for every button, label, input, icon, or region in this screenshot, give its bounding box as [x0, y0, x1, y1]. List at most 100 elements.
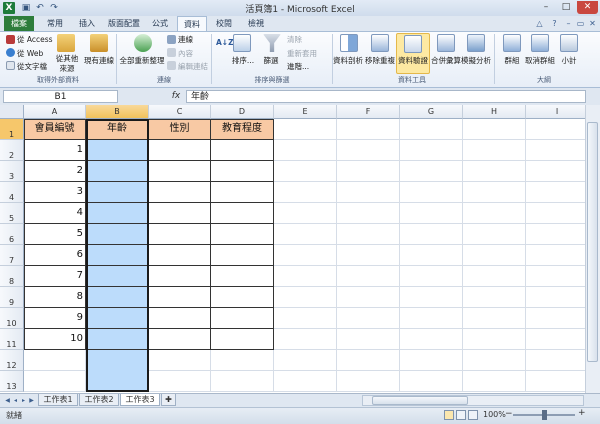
member-id-cell[interactable]: 3: [24, 182, 85, 202]
sheet-tab-1[interactable]: 工作表1: [38, 394, 78, 406]
text-to-columns-button[interactable]: 資料剖析: [332, 55, 364, 66]
insert-sheet-icon[interactable]: ✚: [161, 394, 176, 406]
subtotal-button[interactable]: 小計: [556, 55, 582, 66]
sort-button[interactable]: 排序...: [228, 55, 258, 66]
member-id-cell[interactable]: 2: [24, 161, 85, 181]
member-id-cell[interactable]: 1: [24, 140, 85, 160]
edit-links-button[interactable]: 編輯連結: [178, 61, 208, 72]
from-text-button[interactable]: 從文字檔: [17, 61, 47, 72]
sheet-tab-3[interactable]: 工作表3: [120, 394, 160, 406]
row-header-3[interactable]: 3: [0, 161, 24, 182]
table-header-cell[interactable]: 性別: [149, 119, 210, 139]
spreadsheet-grid[interactable]: ABCDEFGHI 1 2 3 4 5 6 7 8 9 10 11 12 13 會員編號 年齡 性別 教育程度…: [0, 105, 585, 393]
help-icon[interactable]: ?: [549, 18, 560, 29]
row-header-5[interactable]: 5: [0, 203, 24, 224]
member-id-cell[interactable]: 7: [24, 266, 85, 286]
minimize-icon[interactable]: –: [536, 1, 556, 14]
group-label-sort-filter: 排序與篩選: [254, 76, 290, 84]
page-break-view-icon[interactable]: [468, 410, 478, 420]
tab-file[interactable]: 檔案: [4, 16, 34, 31]
member-id-cell[interactable]: 10: [24, 329, 85, 349]
name-box[interactable]: B1: [3, 90, 118, 103]
row-header-10[interactable]: 10: [0, 308, 24, 329]
row-header-6[interactable]: 6: [0, 224, 24, 245]
select-all-corner[interactable]: [0, 105, 24, 119]
zoom-slider-knob[interactable]: [542, 410, 547, 420]
vertical-scroll-thumb[interactable]: [587, 122, 598, 362]
table-border-horizontal: [24, 139, 274, 140]
row-header-12[interactable]: 12: [0, 350, 24, 371]
fx-icon[interactable]: fx: [168, 90, 184, 103]
table-header-cell[interactable]: 教育程度: [211, 119, 273, 139]
connections-button[interactable]: 連線: [178, 34, 193, 45]
zoom-level[interactable]: 100%: [483, 410, 506, 419]
table-border-horizontal: [24, 265, 274, 266]
prev-sheet-icon[interactable]: ◂: [12, 396, 19, 405]
clear-button[interactable]: 清除: [287, 34, 302, 45]
column-header-h[interactable]: H: [463, 105, 526, 119]
row-header-9[interactable]: 9: [0, 287, 24, 308]
row-header-7[interactable]: 7: [0, 245, 24, 266]
zoom-out-icon[interactable]: −: [505, 409, 513, 419]
member-id-cell[interactable]: 4: [24, 203, 85, 223]
row-header-8[interactable]: 8: [0, 266, 24, 287]
filter-button[interactable]: 篩選: [258, 55, 284, 66]
minimize-ribbon-icon[interactable]: △: [534, 18, 545, 29]
member-id-cell[interactable]: 9: [24, 308, 85, 328]
existing-connections-button[interactable]: 現有連線: [82, 55, 116, 66]
last-sheet-icon[interactable]: ▶: [28, 396, 35, 405]
column-header-f[interactable]: F: [337, 105, 400, 119]
row-header-11[interactable]: 11: [0, 329, 24, 350]
column-header-i[interactable]: I: [526, 105, 585, 119]
workbook-minimize-icon[interactable]: –: [563, 18, 574, 29]
next-sheet-icon[interactable]: ▸: [20, 396, 27, 405]
workbook-close-icon[interactable]: ✕: [587, 18, 598, 29]
column-header-a[interactable]: A: [24, 105, 86, 119]
row-header-4[interactable]: 4: [0, 182, 24, 203]
tab-review[interactable]: 校閱: [209, 16, 239, 31]
column-header-e[interactable]: E: [274, 105, 337, 119]
row-header-2[interactable]: 2: [0, 140, 24, 161]
sheet-tab-2[interactable]: 工作表2: [79, 394, 119, 406]
group-label-external-data: 取得外部資料: [37, 76, 79, 84]
from-access-button[interactable]: 從 Access: [17, 34, 53, 45]
page-layout-view-icon[interactable]: [456, 410, 466, 420]
tab-insert[interactable]: 插入: [72, 16, 102, 31]
first-sheet-icon[interactable]: ◀: [4, 396, 11, 405]
reapply-button[interactable]: 重新套用: [287, 48, 317, 59]
access-icon: [6, 35, 15, 44]
advanced-button[interactable]: 進階...: [287, 61, 309, 72]
refresh-all-button[interactable]: 全部重新整理: [118, 55, 166, 66]
column-header-b[interactable]: B: [86, 105, 149, 119]
consolidate-button[interactable]: 合併彙算: [430, 55, 462, 66]
properties-button[interactable]: 內容: [178, 48, 193, 59]
workbook-restore-icon[interactable]: ▭: [575, 18, 586, 29]
member-id-cell[interactable]: 6: [24, 245, 85, 265]
zoom-in-icon[interactable]: +: [578, 408, 586, 418]
close-icon[interactable]: ✕: [577, 1, 598, 14]
remove-duplicates-button[interactable]: 移除重複: [364, 55, 396, 66]
tab-view[interactable]: 檢視: [241, 16, 271, 31]
column-header-c[interactable]: C: [149, 105, 211, 119]
horizontal-scroll-thumb[interactable]: [372, 396, 468, 405]
table-header-cell[interactable]: 會員編號: [24, 119, 85, 139]
tab-data[interactable]: 資料: [177, 16, 207, 32]
column-header-g[interactable]: G: [400, 105, 463, 119]
tab-formulas[interactable]: 公式: [146, 16, 174, 31]
normal-view-icon[interactable]: [444, 410, 454, 420]
member-id-cell[interactable]: 8: [24, 287, 85, 307]
maximize-icon[interactable]: □: [556, 1, 576, 14]
data-validation-button[interactable]: 資料驗證: [397, 55, 429, 66]
formula-input[interactable]: 年齡: [186, 90, 586, 103]
sort-az-button[interactable]: A↓Z: [216, 38, 234, 47]
row-header-1[interactable]: 1: [0, 119, 24, 140]
member-id-cell[interactable]: 5: [24, 224, 85, 244]
tab-home[interactable]: 常用: [40, 16, 70, 31]
ungroup-button[interactable]: 取消群組: [522, 55, 558, 66]
properties-icon: [167, 48, 176, 57]
column-header-d[interactable]: D: [211, 105, 274, 119]
row-header-13[interactable]: 13: [0, 371, 24, 392]
from-web-button[interactable]: 從 Web: [17, 48, 43, 59]
what-if-button[interactable]: 模擬分析: [460, 55, 492, 66]
tab-page-layout[interactable]: 版面配置: [104, 16, 144, 31]
